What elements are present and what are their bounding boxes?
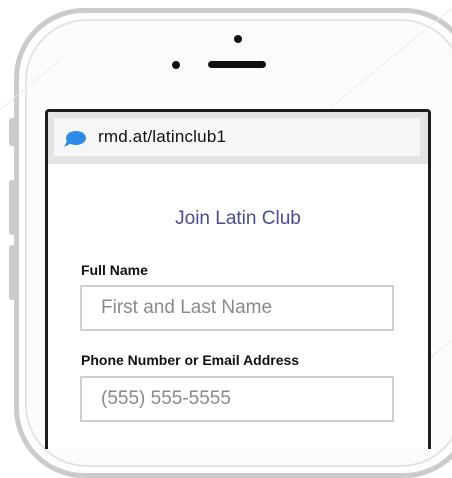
browser-address-bar: rmd.at/latinclub1 [48, 112, 428, 164]
phone-screen: rmd.at/latinclub1 Join Latin Club Full N… [45, 109, 431, 449]
front-camera [234, 35, 242, 43]
url-text[interactable]: rmd.at/latinclub1 [98, 127, 226, 147]
earpiece-speaker [208, 61, 266, 68]
mute-switch [9, 118, 17, 146]
contact-input[interactable] [80, 376, 394, 422]
volume-down-button [9, 245, 17, 300]
volume-up-button [9, 180, 17, 235]
full-name-label: Full Name [81, 262, 148, 278]
contact-label: Phone Number or Email Address [81, 352, 300, 368]
full-name-input[interactable] [80, 285, 394, 331]
form-title: Join Latin Club [175, 208, 301, 229]
speech-bubble-icon [64, 131, 86, 147]
proximity-sensor [172, 61, 180, 69]
